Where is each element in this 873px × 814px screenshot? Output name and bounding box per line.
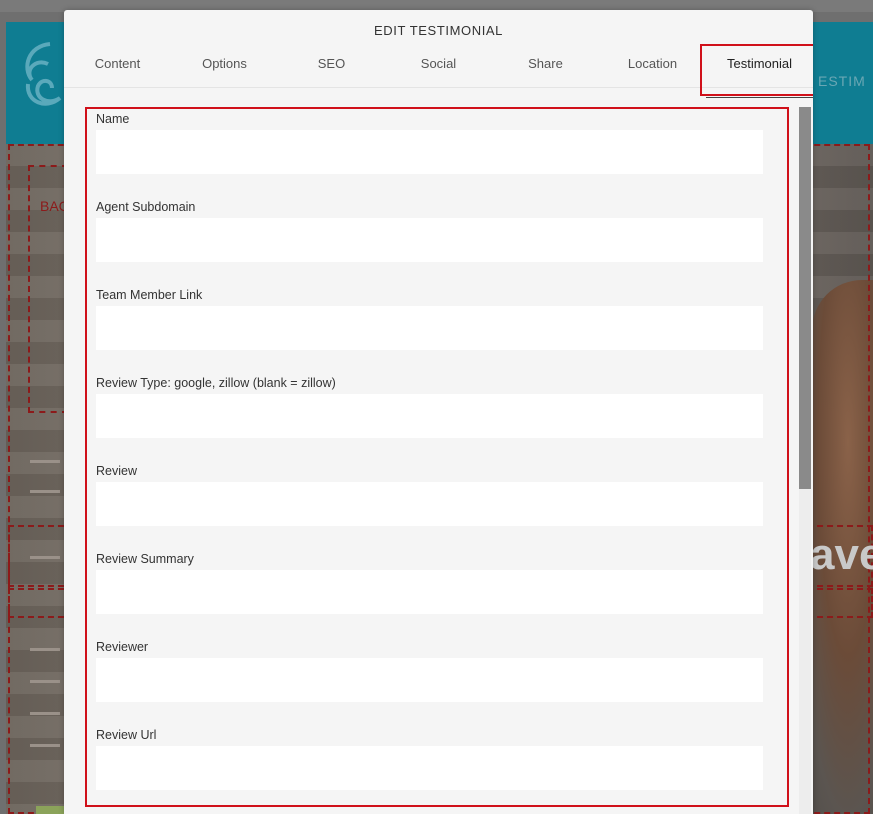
- field-label: Name: [96, 112, 130, 126]
- review-type-input[interactable]: [96, 394, 763, 438]
- agent-subdomain-input[interactable]: [96, 218, 763, 262]
- field-review: Review: [96, 464, 764, 526]
- field-review-url: Review Url: [96, 728, 764, 790]
- tabs-divider: [64, 87, 813, 88]
- field-name: Name: [96, 112, 764, 174]
- field-label: Team Member Link: [96, 288, 203, 302]
- tab-location[interactable]: Location: [599, 54, 706, 88]
- team-member-link-input[interactable]: [96, 306, 763, 350]
- testimonial-form: Name Agent Subdomain Team Member Link Re…: [96, 112, 764, 814]
- field-label: Review: [96, 464, 137, 478]
- tab-bar: Content Options SEO Social Share Locatio…: [64, 54, 813, 98]
- tab-testimonial[interactable]: Testimonial: [706, 54, 813, 98]
- review-url-input[interactable]: [96, 746, 763, 790]
- modal-title: EDIT TESTIMONIAL: [373, 23, 504, 38]
- background-heading-fragment: ave: [810, 530, 873, 579]
- tab-share[interactable]: Share: [492, 54, 599, 88]
- field-label: Review Url: [96, 728, 157, 742]
- field-agent-subdomain: Agent Subdomain: [96, 200, 764, 262]
- review-input[interactable]: [96, 482, 763, 526]
- field-label: Agent Subdomain: [96, 200, 196, 214]
- field-review-type: Review Type: google, zillow (blank = zil…: [96, 376, 764, 438]
- tab-options[interactable]: Options: [171, 54, 278, 88]
- field-label: Review Summary: [96, 552, 194, 566]
- tab-social[interactable]: Social: [385, 54, 492, 88]
- background-nav-text: ESTIM: [818, 73, 866, 89]
- tab-content[interactable]: Content: [64, 54, 171, 88]
- field-label: Review Type: google, zillow (blank = zil…: [96, 376, 336, 390]
- name-input[interactable]: [96, 130, 763, 174]
- reviewer-input[interactable]: [96, 658, 763, 702]
- scrollbar-thumb[interactable]: [799, 107, 811, 489]
- wave-logo-icon: [25, 42, 62, 106]
- field-label: Reviewer: [96, 640, 149, 654]
- background-button-fragment: [36, 806, 64, 814]
- field-review-summary: Review Summary: [96, 552, 764, 614]
- field-team-member-link: Team Member Link: [96, 288, 764, 350]
- field-reviewer: Reviewer: [96, 640, 764, 702]
- review-summary-input[interactable]: [96, 570, 763, 614]
- tab-seo[interactable]: SEO: [278, 54, 385, 88]
- edit-testimonial-modal: EDIT TESTIMONIAL Content Options SEO Soc…: [64, 10, 813, 814]
